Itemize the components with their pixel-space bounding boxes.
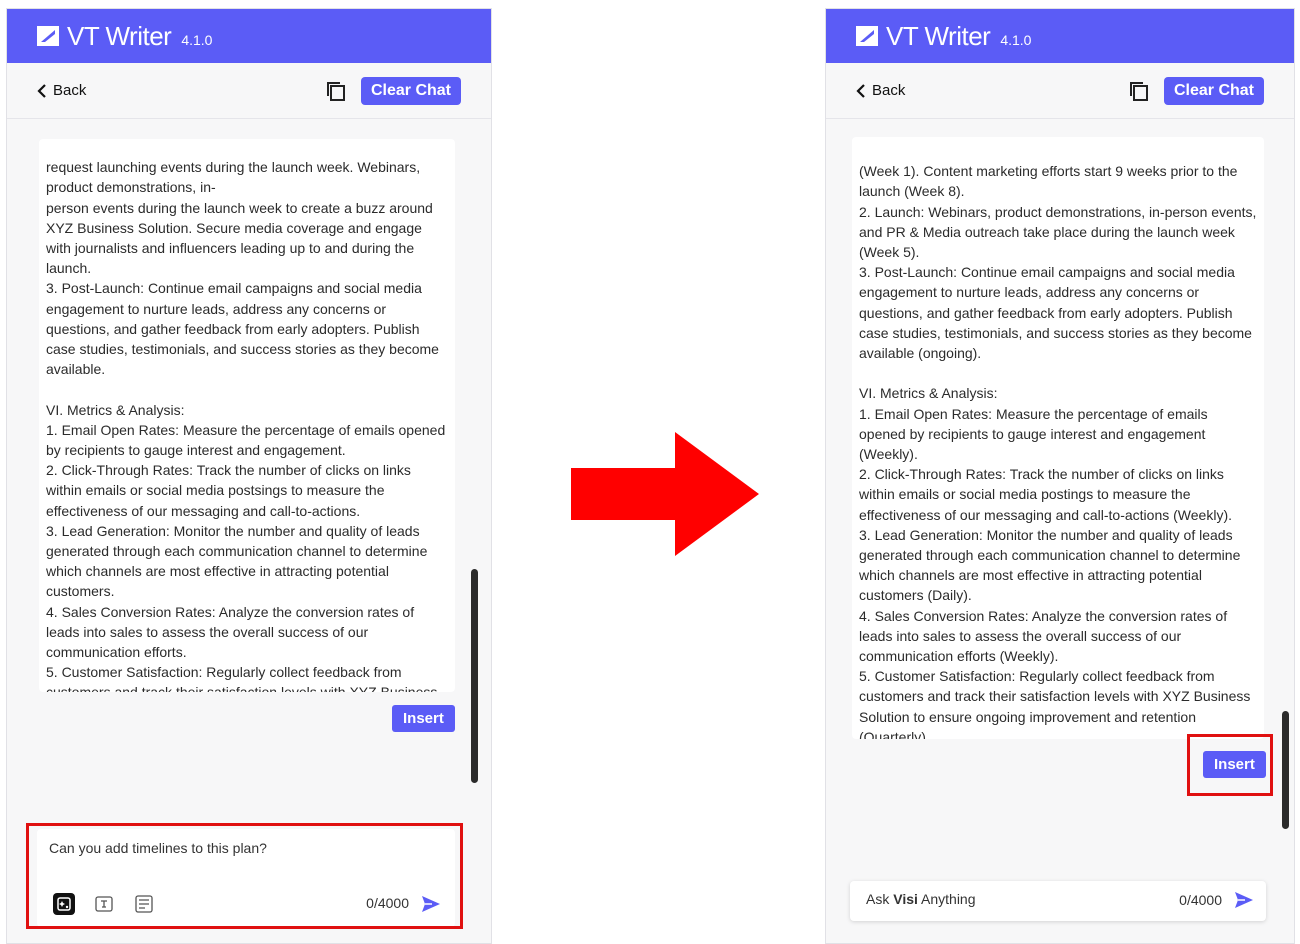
assistant-message: request launching events during the laun… [39, 139, 455, 692]
clear-chat-button[interactable]: Clear Chat [1163, 76, 1264, 105]
arrow-right-icon [571, 432, 759, 556]
toolbar-actions: Clear Chat [1128, 76, 1264, 105]
app-header: VT Writer 4.1.0 [826, 9, 1294, 63]
scrollbar-thumb[interactable] [1282, 711, 1289, 829]
logo-mark-icon [856, 26, 878, 46]
chat-area: request launching events during the laun… [7, 119, 491, 943]
app-version: 4.1.0 [1000, 32, 1032, 48]
ask-input-placeholder[interactable]: Ask Visi Anything [866, 891, 976, 907]
app-version: 4.1.0 [181, 32, 213, 48]
chevron-left-icon [37, 83, 46, 98]
highlight-box-input [26, 823, 463, 929]
toolbar: Back Clear Chat [7, 63, 491, 119]
back-button[interactable]: Back [856, 82, 905, 99]
chat-area: (Week 1). Content marketing efforts star… [826, 119, 1294, 943]
send-icon[interactable] [1234, 891, 1254, 909]
char-count: 0/4000 [1179, 892, 1222, 908]
ask-suffix: Anything [921, 891, 976, 907]
logo-mark-icon [37, 26, 59, 46]
app-name: VT Writer [886, 20, 991, 51]
copy-icon[interactable] [1128, 80, 1150, 102]
back-label: Back [53, 82, 87, 99]
back-label: Back [872, 82, 906, 99]
ask-prefix: Ask [866, 891, 890, 907]
highlight-box-insert [1187, 734, 1273, 796]
assistant-message: (Week 1). Content marketing efforts star… [852, 137, 1264, 739]
assistant-message-text: (Week 1). Content marketing efforts star… [859, 163, 1257, 739]
ask-input-box[interactable]: Ask Visi Anything 0/4000 [850, 881, 1266, 921]
toolbar-actions: Clear Chat [325, 76, 461, 105]
chat-panel-after: VT Writer 4.1.0 Back Clear Chat (Week 1)… [825, 8, 1295, 944]
copy-icon[interactable] [325, 80, 347, 102]
chat-panel-before: VT Writer 4.1.0 Back Clear Chat request … [6, 8, 492, 944]
assistant-message-text: request launching events during the laun… [46, 159, 446, 692]
toolbar: Back Clear Chat [826, 63, 1294, 119]
app-header: VT Writer 4.1.0 [7, 9, 491, 63]
chevron-left-icon [856, 83, 865, 98]
back-button[interactable]: Back [37, 82, 86, 99]
clear-chat-button[interactable]: Clear Chat [360, 76, 461, 105]
scrollbar-thumb[interactable] [471, 569, 478, 783]
insert-button[interactable]: Insert [392, 705, 455, 732]
ask-brand: Visi [893, 891, 918, 907]
app-name: VT Writer [67, 20, 172, 51]
